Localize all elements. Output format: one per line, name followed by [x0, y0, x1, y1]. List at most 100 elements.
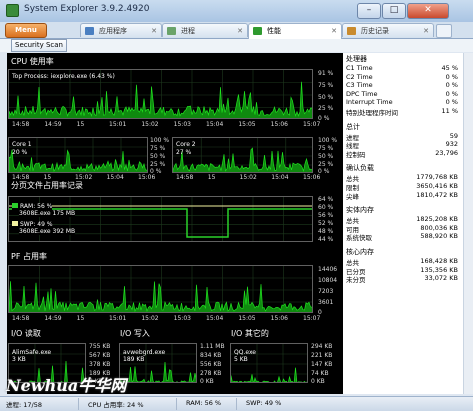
maximize-button[interactable]: □: [382, 3, 406, 19]
tab-close-icon[interactable]: ✕: [151, 24, 157, 38]
cpu-y-tick: 50 %: [318, 94, 334, 101]
stats-row-value: 3650,416 KB: [416, 182, 458, 190]
x-axis-tick: 15:06: [270, 121, 288, 128]
x-axis-tick: 15:04: [106, 174, 124, 181]
stats-row-label: Interrupt Time: [346, 98, 393, 107]
tab-label: 历史记录: [361, 27, 389, 35]
stats-row-label: 尖峰: [346, 192, 359, 201]
io-read-y-tick: 567 KB: [89, 352, 111, 359]
stats-row-value: 932: [445, 140, 458, 149]
history-icon: [347, 27, 356, 35]
tab-applications[interactable]: 应用程序 ✕: [80, 23, 162, 37]
stats-row-label: 未分页: [346, 276, 366, 285]
x-axis-tick: 15:02: [239, 174, 257, 181]
core1-y-tick: 75 %: [150, 145, 166, 152]
x-axis-tick: 14:59: [44, 121, 62, 128]
io-other-trace: [231, 367, 307, 382]
ram-label: RAM: 56 %: [12, 203, 53, 210]
minimize-button[interactable]: –: [357, 3, 381, 19]
tab-history[interactable]: 历史记录 ✕: [342, 23, 434, 37]
stats-group-totals-title: 总计: [346, 122, 360, 131]
stats-row-value: 0 %: [445, 81, 458, 90]
stats-row-value: 1779,768 KB: [416, 173, 458, 182]
stats-row-value: 0 %: [445, 98, 458, 107]
stats-row-value: 59: [449, 131, 458, 140]
status-ram: RAM: 56 %: [186, 399, 222, 407]
app-icon: [6, 4, 19, 17]
ram-legend-swatch: [12, 203, 18, 208]
io-other-title: I/O 其它的: [231, 329, 269, 338]
io-write-process-value: 189 KB: [123, 356, 145, 363]
x-axis-tick: 15:04: [271, 174, 289, 181]
toolbar: Security Scan: [0, 39, 473, 52]
menu-button[interactable]: Menu: [5, 23, 47, 38]
stats-row-value: 168,428 KB: [420, 257, 458, 265]
tab-close-icon[interactable]: ✕: [237, 24, 243, 38]
tab-close-icon[interactable]: ✕: [423, 24, 429, 38]
cpu-usage-trace: [9, 81, 312, 118]
io-write-y-tick: 0 KB: [200, 378, 214, 385]
swp-label: SWP: 49 %: [12, 221, 53, 228]
io-other-process: QQ.exe: [234, 349, 256, 356]
pf-x-axis: 14:58 14:59 15 15:01 15:02 15:03 15:04 15:05 15:…: [8, 315, 320, 323]
stats-group-commit-title: 确认负载: [346, 164, 374, 173]
tab-label: 应用程序: [99, 27, 127, 35]
core1-y-tick: 25 %: [150, 161, 166, 168]
tab-performance[interactable]: 性能 ✕: [248, 23, 342, 39]
core1-y-tick: 50 %: [150, 153, 166, 160]
io-write-y-tick: 556 KB: [200, 361, 222, 368]
tab-label: 性能: [267, 27, 281, 35]
x-axis-tick: 14:59: [44, 315, 62, 322]
x-axis-tick: 15:01: [109, 121, 127, 128]
pf-graph-svg: [9, 266, 312, 312]
pf-usage-trace: [9, 281, 312, 312]
stats-row-value: 23,796: [435, 148, 458, 157]
pf-section-title: PF 占用率: [11, 252, 47, 261]
cpu-x-axis: 14:58 14:59 15 15:01 15:02 15:03 15:04 15:05 15:…: [8, 121, 320, 129]
window-title: System Explorer 3.9.2.4920: [24, 4, 150, 14]
pf-y-tick: 10804: [318, 277, 338, 284]
stats-row-value: 800,036 KB: [420, 223, 458, 232]
pagefile-y-tick: 52 %: [318, 220, 334, 227]
x-axis-tick: 14:58: [12, 121, 30, 128]
x-axis-tick: 15:04: [206, 121, 224, 128]
core2-y-tick: 100 %: [318, 137, 338, 144]
status-swp: SWP: 49 %: [246, 399, 282, 407]
core2-y-tick: 50 %: [318, 153, 334, 160]
swp-label-text: SWP: 49 %: [20, 221, 53, 228]
stats-row-value: 1810,472 KB: [416, 190, 458, 199]
io-other-y-tick: 0 KB: [311, 378, 325, 385]
io-write-y-tick: 1.11 MB: [200, 343, 225, 350]
pagefile-y-tick: 44 %: [318, 236, 334, 243]
pagefile-graph-svg: [9, 197, 312, 241]
x-axis-tick: 15:03: [173, 121, 191, 128]
cpu-y-tick: 25 %: [318, 105, 334, 112]
tab-processes[interactable]: 进程 ✕: [162, 23, 248, 37]
close-button[interactable]: ✕: [407, 3, 449, 19]
tab-close-icon[interactable]: ✕: [331, 24, 337, 38]
cpu-top-process: Top Process: iexplore.exe (6.43 %): [12, 73, 115, 80]
performance-graphs: CPU 使用率 Top Process: iexplore.exe (6.43 …: [7, 53, 343, 394]
stats-row-label: 控制码: [346, 150, 366, 159]
io-read-y-tick: 755 KB: [89, 343, 111, 350]
core1-y-tick: 100 %: [150, 137, 170, 144]
tab-label: 进程: [181, 27, 195, 35]
x-axis-tick: 14:58: [12, 315, 30, 322]
io-other-y-tick: 294 KB: [311, 343, 333, 350]
pf-y-tick: 3601: [318, 299, 334, 306]
x-axis-tick: 15: [76, 315, 85, 322]
x-axis-tick: 15:03: [173, 315, 191, 322]
io-write-y-tick: 834 KB: [200, 352, 222, 359]
io-other-y-tick: 221 KB: [311, 352, 333, 359]
cpu-section-title: CPU 使用率: [11, 57, 54, 66]
stats-row-label: C3 Time: [346, 81, 373, 90]
security-scan-button[interactable]: Security Scan: [11, 39, 67, 52]
x-axis-tick: 15:04: [206, 315, 224, 322]
pagefile-y-tick: 64 %: [318, 196, 334, 203]
core1-label: Core 1: [12, 141, 32, 148]
x-axis-tick: 15:05: [238, 315, 256, 322]
x-axis-tick: 15:07: [303, 315, 321, 322]
stats-scrollbar[interactable]: [463, 53, 473, 394]
new-tab-button[interactable]: [436, 24, 452, 38]
applications-icon: [85, 27, 94, 35]
